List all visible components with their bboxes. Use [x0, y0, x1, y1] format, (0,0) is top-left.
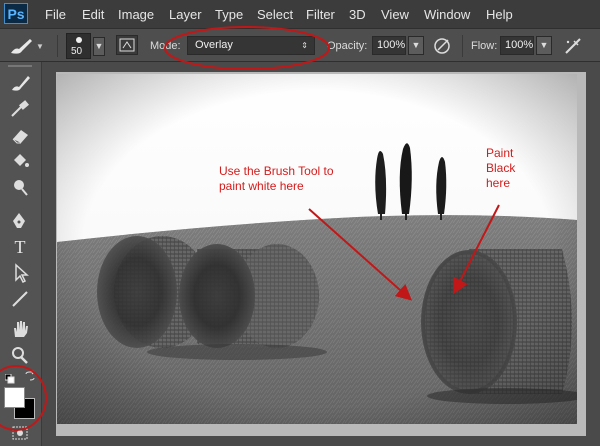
- menu-type[interactable]: Type: [215, 7, 243, 22]
- line-icon: [12, 291, 28, 307]
- brush-panel-icon: [119, 38, 135, 52]
- menu-file[interactable]: File: [45, 7, 66, 22]
- divider: [462, 35, 463, 57]
- foreground-color-swatch[interactable]: [4, 387, 25, 408]
- tools-panel: T: [0, 62, 42, 446]
- dodge-icon: [14, 180, 28, 196]
- opacity-input[interactable]: 100%: [372, 36, 406, 55]
- path-selection-icon: [15, 263, 29, 283]
- menu-view[interactable]: View: [381, 7, 409, 22]
- brush-tool-icon: [12, 76, 30, 91]
- healing-brush-icon: [11, 100, 29, 117]
- menu-edit[interactable]: Edit: [82, 7, 104, 22]
- swap-colors-button[interactable]: [24, 369, 36, 381]
- menu-image[interactable]: Image: [118, 7, 154, 22]
- mode-label: Mode:: [150, 40, 181, 52]
- chevron-down-icon: ▼: [36, 42, 44, 51]
- brush-tool-button[interactable]: [6, 72, 34, 94]
- menu-layer[interactable]: Layer: [169, 7, 202, 22]
- quick-mask-button[interactable]: [12, 426, 28, 440]
- mode-value: Overlay: [195, 39, 233, 51]
- divider: [57, 35, 58, 57]
- brush-panel-toggle[interactable]: [116, 35, 138, 55]
- flow-input[interactable]: 100%: [500, 36, 534, 55]
- menu-3d[interactable]: 3D: [349, 7, 366, 22]
- pen-tool-button[interactable]: [6, 210, 34, 232]
- brush-size-value: 50: [71, 46, 83, 57]
- brush-tip-preview: 50: [66, 33, 91, 59]
- pressure-opacity-button[interactable]: [432, 36, 454, 56]
- airbrush-icon: [565, 38, 581, 54]
- default-colors-icon: [4, 373, 15, 384]
- type-tool-button[interactable]: T: [6, 236, 34, 258]
- hay-bales-photo[interactable]: [57, 74, 577, 424]
- paint-bucket-button[interactable]: [6, 150, 34, 172]
- pen-icon: [13, 213, 25, 228]
- swap-arrows-icon: [25, 369, 35, 381]
- pen-pressure-icon: [434, 38, 450, 54]
- type-icon: T: [14, 236, 26, 257]
- menu-bar: Ps File Edit Image Layer Type Select Fil…: [0, 0, 600, 28]
- menu-select[interactable]: Select: [257, 7, 293, 22]
- dodge-tool-button[interactable]: [6, 176, 34, 198]
- healing-brush-button[interactable]: [6, 98, 34, 120]
- chevron-down-icon[interactable]: ▼: [408, 36, 424, 55]
- airbrush-button[interactable]: [563, 36, 585, 56]
- brush-tip-icon: [76, 37, 82, 43]
- path-selection-button[interactable]: [6, 262, 34, 284]
- hand-icon: [14, 321, 28, 337]
- options-bar: ▼ 50 ▼ Mode: Overlay ⇕ Opacity: 100% ▼ F…: [0, 28, 600, 62]
- paint-bucket-icon: [14, 154, 29, 167]
- brush-preset-icon: [8, 36, 34, 59]
- mode-select[interactable]: Overlay ⇕: [187, 36, 315, 55]
- annotation-paint-black: Paint Black here: [486, 146, 516, 190]
- brush-size-picker[interactable]: 50 ▼: [66, 33, 106, 59]
- select-arrows-icon: ⇕: [301, 41, 308, 50]
- annotation-paint-white: Use the Brush Tool to paint white here: [219, 164, 334, 193]
- default-colors-button[interactable]: [4, 371, 15, 384]
- menu-help[interactable]: Help: [486, 7, 513, 22]
- eraser-tool-button[interactable]: [6, 124, 34, 146]
- menu-filter[interactable]: Filter: [306, 7, 335, 22]
- hand-tool-button[interactable]: [6, 318, 34, 340]
- chevron-down-icon[interactable]: ▼: [536, 36, 552, 55]
- zoom-tool-button[interactable]: [6, 344, 34, 366]
- chevron-down-icon[interactable]: ▼: [93, 37, 105, 56]
- zoom-icon: [12, 347, 28, 364]
- flow-label: Flow:: [471, 40, 498, 52]
- opacity-label: Opacity:: [327, 40, 368, 52]
- tool-preset-picker[interactable]: ▼: [6, 35, 46, 57]
- quick-mask-icon: [12, 426, 28, 440]
- panel-grip[interactable]: [8, 65, 32, 67]
- line-tool-button[interactable]: [6, 288, 34, 310]
- photoshop-logo: Ps: [4, 3, 28, 24]
- eraser-icon: [12, 130, 28, 144]
- menu-window[interactable]: Window: [424, 7, 470, 22]
